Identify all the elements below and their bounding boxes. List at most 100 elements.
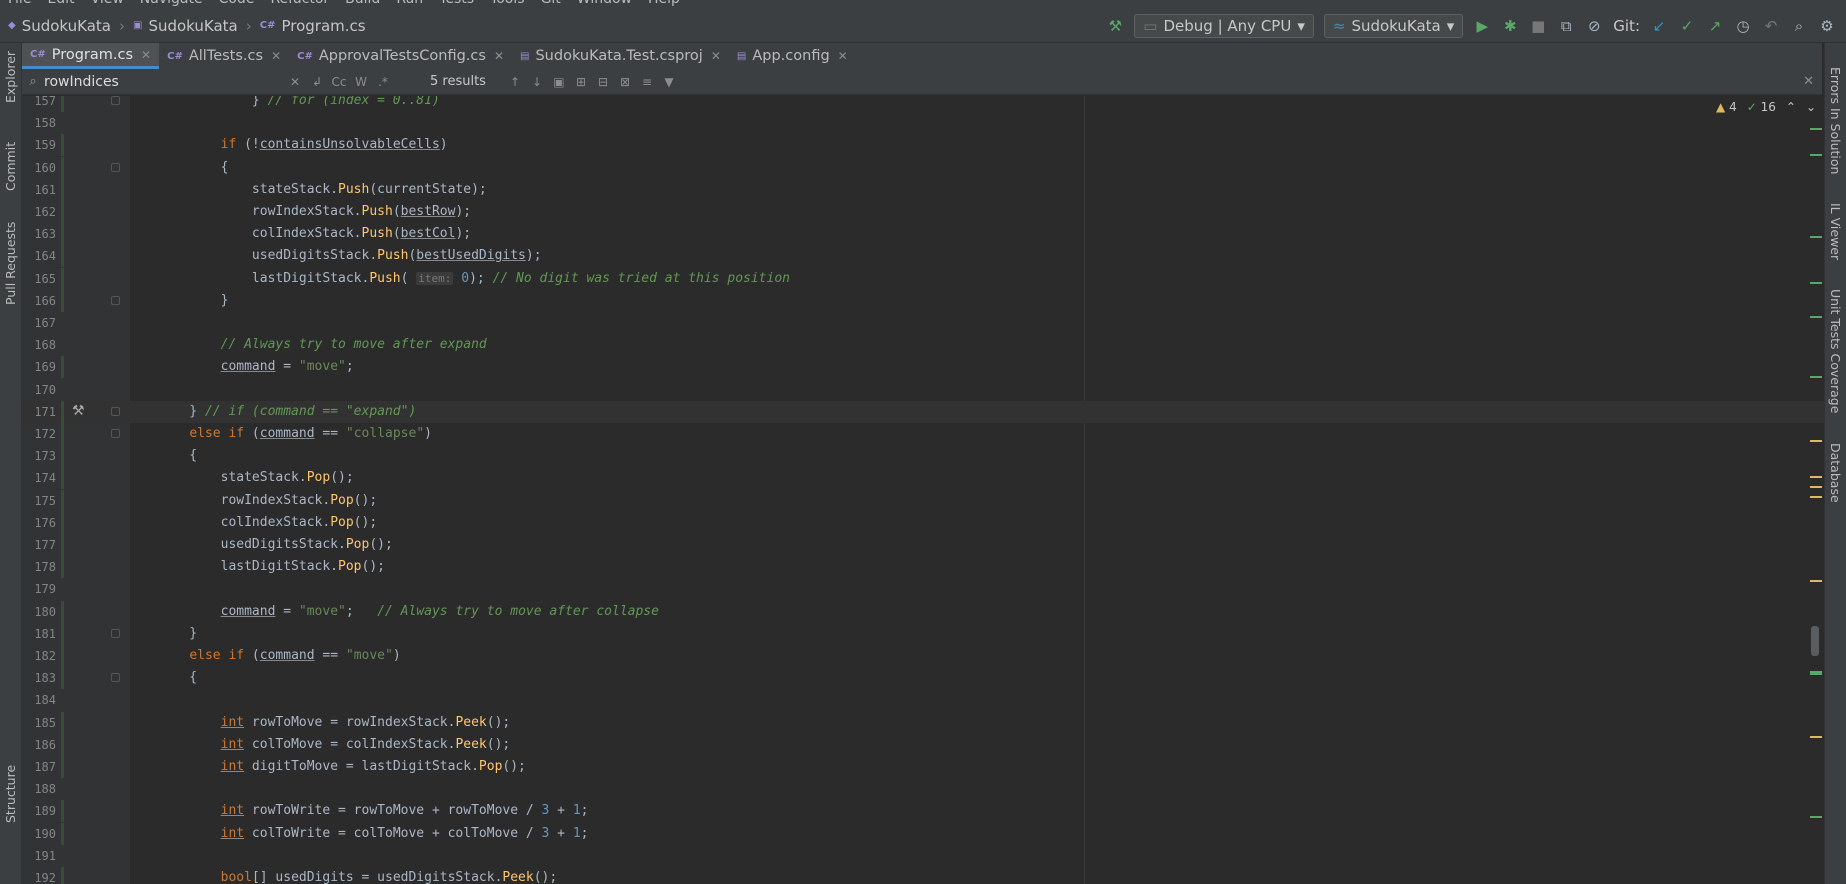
vcs-change-marker[interactable] [61, 178, 64, 201]
code-line[interactable]: 164 usedDigitsStack.Push(bestUsedDigits)… [22, 245, 1824, 268]
tab-app-config[interactable]: ▤ App.config ✕ [729, 43, 856, 69]
code-line[interactable]: 168 // Always try to move after expand [22, 334, 1824, 356]
tool-commit[interactable]: Commit [3, 142, 18, 191]
code-editor[interactable]: 157 } // for (index = 0..81) 158 159 if (!… [22, 96, 1824, 884]
whole-words-button[interactable]: W [350, 75, 372, 89]
tool-explorer[interactable]: Explorer [3, 51, 18, 103]
menu-item-tools[interactable]: Tools [482, 0, 533, 9]
vcs-change-marker[interactable] [61, 800, 64, 823]
line-number[interactable]: 157 [22, 96, 56, 112]
code-line[interactable]: 165 lastDigitStack.Push( item: 0); // No… [22, 267, 1824, 290]
line-number[interactable]: 164 [22, 245, 56, 267]
search-everywhere-icon[interactable]: ⌕ [1790, 17, 1808, 35]
tab-sudokukata-test-csproj[interactable]: ▤ SudokuKata.Test.csproj ✕ [512, 43, 729, 69]
new-line-icon[interactable]: ↲ [306, 75, 328, 89]
vcs-change-marker[interactable] [61, 756, 64, 778]
line-number[interactable]: 185 [22, 712, 56, 734]
menu-item-run[interactable]: Run [388, 0, 431, 9]
debug-icon[interactable]: ✱ [1501, 17, 1519, 35]
line-number[interactable]: 184 [22, 689, 56, 711]
code-line[interactable]: 171 ⚒ } // if (command == "expand") [22, 400, 1824, 423]
run-target-select[interactable]: ≈ SudokuKata ▾ [1323, 14, 1464, 38]
line-number[interactable]: 178 [22, 556, 56, 578]
code-line[interactable]: 167 [22, 312, 1824, 334]
line-number[interactable]: 176 [22, 512, 56, 534]
line-number[interactable]: 177 [22, 534, 56, 556]
line-number[interactable]: 173 [22, 445, 56, 467]
git-commit-icon[interactable]: ✓ [1678, 17, 1696, 35]
code-line[interactable]: 160 { [22, 156, 1824, 179]
breadcrumb-file[interactable]: Program.cs [281, 17, 365, 35]
code-line[interactable]: 180 command = "move"; // Always try to m… [22, 600, 1824, 623]
tool-il-viewer[interactable]: IL Viewer [1828, 203, 1843, 260]
menu-item-edit[interactable]: Edit [39, 0, 82, 9]
tab-alltests-cs[interactable]: C# AllTests.cs ✕ [159, 43, 289, 69]
code-line[interactable]: 179 [22, 578, 1824, 600]
tool-pull-requests[interactable]: Pull Requests [3, 222, 18, 305]
vcs-change-marker[interactable] [61, 867, 64, 884]
line-number[interactable]: 175 [22, 490, 56, 512]
vcs-change-marker[interactable] [61, 711, 64, 734]
menu-item-code[interactable]: Code [211, 0, 263, 9]
vcs-change-marker[interactable] [61, 201, 64, 223]
line-number[interactable]: 167 [22, 312, 56, 334]
vcs-change-marker[interactable] [61, 489, 64, 512]
code-line[interactable]: 182 else if (command == "move") [22, 645, 1824, 667]
tool-structure[interactable]: Structure [3, 765, 18, 823]
fold-toggle-icon[interactable] [111, 673, 120, 683]
fold-toggle-icon[interactable] [111, 162, 120, 172]
quick-fix-hammer-icon[interactable]: ⚒ [72, 403, 85, 419]
code-line[interactable]: 189 int rowToWrite = rowToMove + rowToMo… [22, 800, 1824, 823]
close-tab-icon[interactable]: ✕ [838, 49, 848, 63]
line-number[interactable]: 179 [22, 578, 56, 600]
code-line[interactable]: 172 else if (command == "collapse") [22, 423, 1824, 445]
vcs-change-marker[interactable] [61, 556, 64, 579]
code-line[interactable]: 159 if (!containsUnsolvableCells) [22, 134, 1824, 157]
code-line[interactable]: 178 lastDigitStack.Pop(); [22, 556, 1824, 579]
code-line[interactable]: 174 stateStack.Pop(); [22, 467, 1824, 490]
configuration-select[interactable]: ▭ Debug | Any CPU ▾ [1134, 14, 1314, 38]
line-number[interactable]: 163 [22, 223, 56, 245]
line-number[interactable]: 160 [22, 157, 56, 179]
code-line[interactable]: 161 stateStack.Push(currentState); [22, 178, 1824, 201]
line-number[interactable]: 172 [22, 423, 56, 445]
line-number[interactable]: 168 [22, 334, 56, 356]
line-number[interactable]: 182 [22, 645, 56, 667]
vcs-change-marker[interactable] [61, 96, 64, 112]
vcs-change-marker[interactable] [61, 534, 64, 556]
code-line[interactable]: 158 [22, 112, 1824, 134]
vcs-change-marker[interactable] [61, 289, 64, 312]
code-line[interactable]: 166 } [22, 289, 1824, 312]
line-number[interactable]: 187 [22, 756, 56, 778]
vcs-change-marker[interactable] [61, 645, 64, 667]
filter-icon[interactable]: ▼ [658, 75, 680, 89]
next-occurrence-icon[interactable]: ↓ [526, 75, 548, 89]
tool-unit-tests-coverage[interactable]: Unit Tests Coverage [1828, 289, 1843, 413]
menu-item-view[interactable]: View [83, 0, 132, 9]
chevron-up-icon[interactable]: ⌃ [1786, 100, 1796, 114]
close-tab-icon[interactable]: ✕ [141, 48, 151, 62]
menu-item-build[interactable]: Build [337, 0, 388, 9]
code-line[interactable]: 184 [22, 689, 1824, 711]
line-number[interactable]: 181 [22, 623, 56, 645]
run-icon[interactable]: ▶ [1473, 17, 1491, 35]
vcs-change-marker[interactable] [61, 467, 64, 490]
vcs-change-marker[interactable] [61, 400, 64, 423]
line-number[interactable]: 180 [22, 601, 56, 623]
breadcrumb-project[interactable]: SudokuKata [148, 17, 237, 35]
line-number[interactable]: 169 [22, 356, 56, 378]
line-number[interactable]: 159 [22, 134, 56, 156]
code-line[interactable]: 173 { [22, 445, 1824, 468]
tab-program-cs[interactable]: C# Program.cs ✕ [22, 43, 160, 69]
attach-icon[interactable]: ⧉ [1557, 17, 1575, 35]
line-number[interactable]: 158 [22, 112, 56, 134]
line-number[interactable]: 192 [22, 867, 56, 884]
code-line[interactable]: 190 int colToWrite = colToMove + colToMo… [22, 822, 1824, 845]
code-line[interactable]: 192 bool[] usedDigits = usedDigitsStack.… [22, 867, 1824, 884]
add-selection-icon[interactable]: ⊞ [570, 75, 592, 89]
line-number[interactable]: 161 [22, 179, 56, 201]
vcs-change-marker[interactable] [61, 267, 64, 290]
vcs-change-marker[interactable] [61, 600, 64, 623]
scrollbar-thumb[interactable] [1811, 626, 1819, 656]
code-line[interactable]: 187 int digitToMove = lastDigitStack.Pop… [22, 756, 1824, 778]
